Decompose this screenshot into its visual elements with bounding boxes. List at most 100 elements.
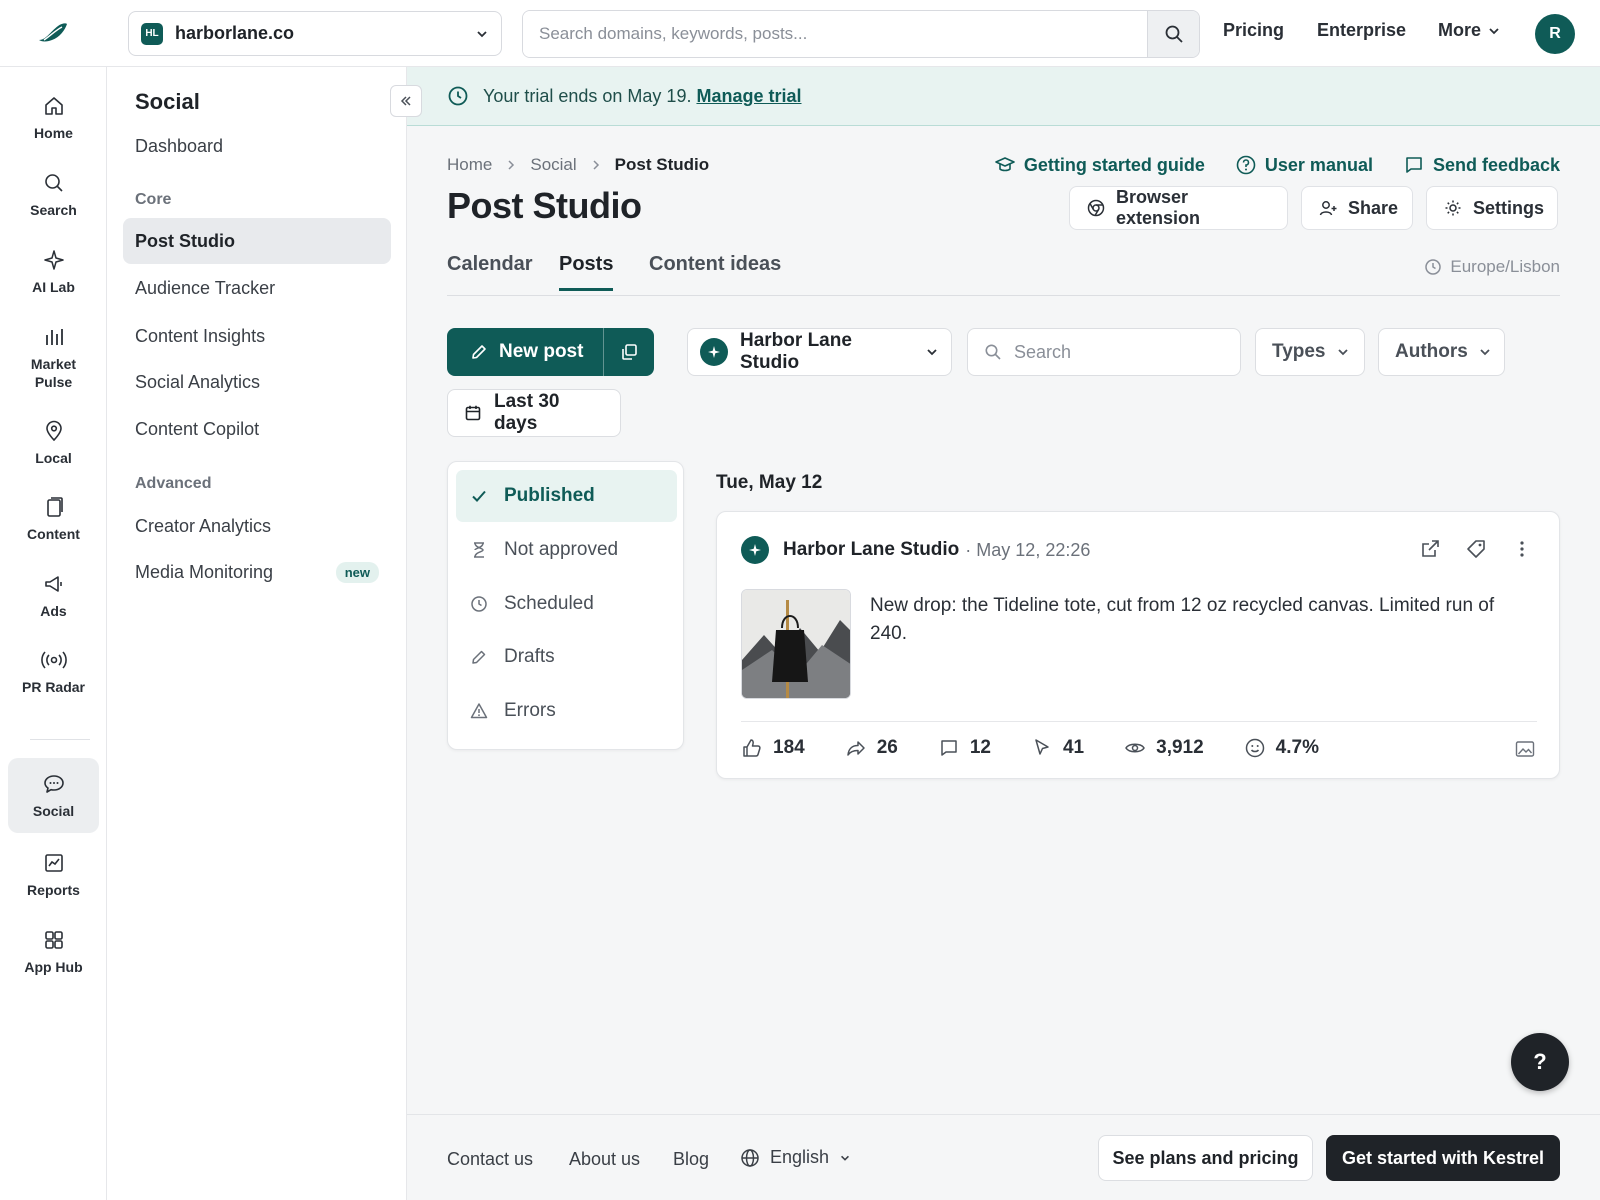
feedback-icon xyxy=(1403,154,1425,176)
section-sidebar: Social Dashboard Core Post Studio Audien… xyxy=(107,67,407,1200)
sidebar-item-creator-analytics[interactable]: Creator Analytics xyxy=(123,503,391,549)
views-count: 3,912 xyxy=(1156,737,1204,758)
rail-item-app-hub[interactable]: App Hub xyxy=(8,928,99,976)
rail-item-local[interactable]: Local xyxy=(8,419,99,467)
post-card[interactable]: Harbor Lane Studio · May 12, 22:26 New d… xyxy=(716,511,1560,779)
footer-contact-link[interactable]: Contact us xyxy=(447,1149,533,1170)
timezone[interactable]: Europe/Lisbon xyxy=(1424,257,1560,277)
sidebar-item-social-analytics[interactable]: Social Analytics xyxy=(123,359,391,405)
nav-more[interactable]: More xyxy=(1438,20,1501,41)
rail-label: AI Lab xyxy=(32,279,75,295)
rail-item-content[interactable]: Content xyxy=(8,495,99,543)
rail-label: App Hub xyxy=(24,959,83,975)
manage-trial-link[interactable]: Manage trial xyxy=(696,86,801,107)
breadcrumb: Home Social Post Studio xyxy=(447,155,709,175)
post-search xyxy=(967,328,1241,376)
chat-icon xyxy=(42,772,66,796)
authors-filter[interactable]: Authors xyxy=(1378,328,1505,376)
grid-icon xyxy=(42,928,66,952)
rail-label: Search xyxy=(30,202,77,218)
sidebar-item-label: Media Monitoring xyxy=(135,561,274,582)
calendar-icon xyxy=(464,404,482,422)
sidebar-item-content-copilot[interactable]: Content Copilot xyxy=(123,406,391,452)
tab-posts[interactable]: Posts xyxy=(559,253,614,291)
breadcrumb-home[interactable]: Home xyxy=(447,155,492,175)
breadcrumb-current: Post Studio xyxy=(614,155,710,174)
tab-calendar[interactable]: Calendar xyxy=(447,253,533,288)
post-search-input[interactable] xyxy=(1014,341,1214,363)
more-vertical-icon[interactable] xyxy=(1511,538,1533,560)
status-not-approved[interactable]: Not approved xyxy=(456,524,677,576)
language-selector[interactable]: English xyxy=(740,1147,851,1168)
share-label: Share xyxy=(1348,197,1399,218)
likes-count: 184 xyxy=(773,737,805,758)
rail-item-ads[interactable]: Ads xyxy=(8,572,99,620)
stat-likes: 184 xyxy=(741,737,805,759)
see-plans-button[interactable]: See plans and pricing xyxy=(1098,1135,1313,1181)
rail-item-home[interactable]: Home xyxy=(8,94,99,142)
global-search-input[interactable] xyxy=(523,11,1147,57)
settings-button[interactable]: Settings xyxy=(1426,186,1558,230)
browser-extension-label: Browser extension xyxy=(1116,187,1201,228)
rail-item-search[interactable]: Search xyxy=(8,171,99,219)
date-range-label: Last 30 days xyxy=(494,391,560,434)
getting-started-link[interactable]: Getting started guide xyxy=(994,154,1205,176)
get-started-button[interactable]: Get started with Kestrel xyxy=(1326,1135,1560,1181)
share-button[interactable]: Share xyxy=(1301,186,1413,230)
sidebar-item-media-monitoring[interactable]: Media Monitoring new xyxy=(123,549,391,595)
rail-label: Market Pulse xyxy=(30,356,77,390)
trial-banner: Your trial ends on May 19. Manage trial xyxy=(407,67,1600,126)
sidebar-item-audience-tracker[interactable]: Audience Tracker xyxy=(123,265,391,311)
status-errors[interactable]: Errors xyxy=(456,685,677,737)
rail-item-social[interactable]: Social xyxy=(8,758,99,833)
user-avatar[interactable]: R xyxy=(1535,14,1575,54)
chevron-down-icon xyxy=(1487,24,1501,38)
tab-content-ideas[interactable]: Content ideas xyxy=(649,253,781,288)
post-text: New drop: the Tideline tote, cut from 12… xyxy=(870,595,1495,644)
rail-divider xyxy=(30,739,90,740)
nav-pricing[interactable]: Pricing xyxy=(1223,20,1284,41)
status-drafts[interactable]: Drafts xyxy=(456,631,677,683)
domain-selector[interactable]: HL harborlane.co xyxy=(128,11,502,56)
types-filter[interactable]: Types xyxy=(1255,328,1365,376)
sidebar-item-post-studio[interactable]: Post Studio xyxy=(123,218,391,264)
footer-blog-link[interactable]: Blog xyxy=(673,1149,709,1170)
user-manual-link[interactable]: User manual xyxy=(1235,154,1373,176)
date-range-button[interactable]: Last 30 days xyxy=(447,389,621,437)
help-button[interactable]: ? xyxy=(1511,1033,1569,1091)
external-link-icon[interactable] xyxy=(1419,538,1441,560)
home-icon xyxy=(42,94,66,118)
language-label: English xyxy=(770,1147,830,1167)
share-arrow-icon xyxy=(845,737,867,759)
new-post-button-group: New post xyxy=(447,328,654,376)
status-label: Not approved xyxy=(504,539,619,560)
new-post-button[interactable]: New post xyxy=(447,328,603,376)
sidebar-section-core: Core xyxy=(135,191,172,208)
profile-selector[interactable]: Harbor Lane Studio xyxy=(687,328,952,376)
rail-item-pr-radar[interactable]: PR Radar xyxy=(8,648,99,696)
breadcrumb-social[interactable]: Social xyxy=(530,155,576,175)
send-feedback-link[interactable]: Send feedback xyxy=(1403,154,1560,176)
rail-item-ai-lab[interactable]: AI Lab xyxy=(8,248,99,296)
pencil-icon xyxy=(470,648,488,666)
rail-item-market-pulse[interactable]: Market Pulse xyxy=(8,325,99,391)
post-image[interactable] xyxy=(741,589,851,699)
status-published[interactable]: Published xyxy=(456,470,677,522)
thumbs-up-icon xyxy=(741,737,763,759)
footer-about-link[interactable]: About us xyxy=(569,1149,640,1170)
footer: Contact us About us Blog English See pla… xyxy=(407,1114,1600,1200)
clock-icon xyxy=(470,595,488,613)
tag-icon[interactable] xyxy=(1465,538,1487,560)
search-submit-button[interactable] xyxy=(1147,11,1199,57)
sidebar-item-content-insights[interactable]: Content Insights xyxy=(123,313,391,359)
brand-logo[interactable] xyxy=(36,18,70,48)
clicks-count: 41 xyxy=(1062,737,1085,758)
rail-item-reports[interactable]: Reports xyxy=(8,851,99,899)
sidebar-item-dashboard[interactable]: Dashboard xyxy=(123,123,391,169)
collapse-sidebar-button[interactable] xyxy=(390,85,422,117)
browser-extension-button[interactable]: Browser extension xyxy=(1069,186,1288,230)
nav-enterprise[interactable]: Enterprise xyxy=(1317,20,1406,41)
duplicate-post-button[interactable] xyxy=(603,328,654,376)
chevron-right-icon xyxy=(591,159,601,171)
status-scheduled[interactable]: Scheduled xyxy=(456,578,677,630)
